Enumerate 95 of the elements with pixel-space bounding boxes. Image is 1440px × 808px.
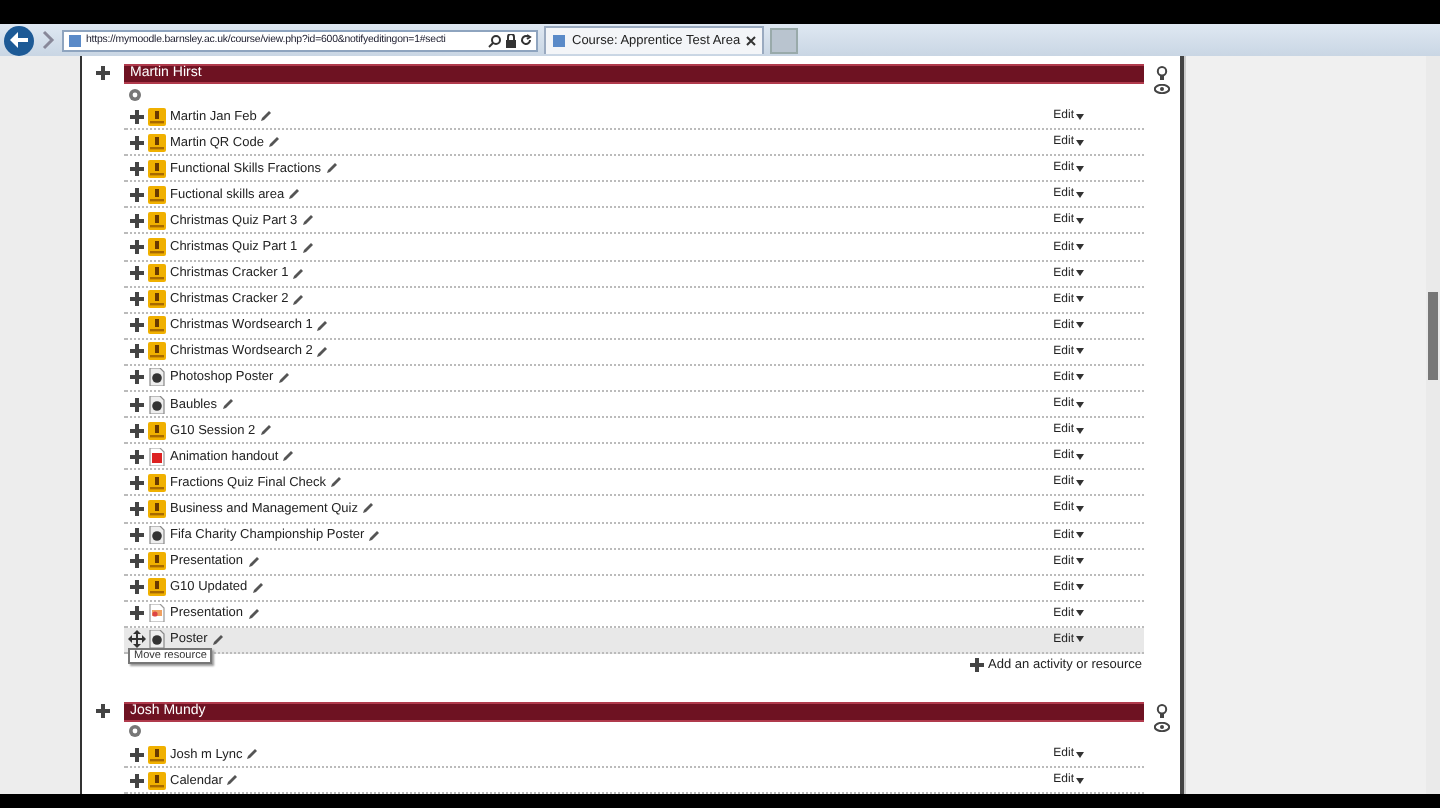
plus-icon[interactable] bbox=[129, 747, 143, 762]
caret-icon bbox=[1076, 374, 1084, 381]
caret-icon bbox=[1076, 558, 1084, 565]
plus-icon[interactable] bbox=[129, 370, 143, 385]
eye-icon[interactable] bbox=[1154, 84, 1170, 94]
quiz-icon bbox=[148, 499, 166, 518]
slides-file-icon bbox=[148, 604, 166, 623]
search-icon[interactable] bbox=[488, 33, 502, 47]
plus-icon[interactable] bbox=[129, 773, 143, 788]
quiz-icon bbox=[148, 185, 166, 204]
plus-icon[interactable] bbox=[129, 109, 143, 124]
caret-icon bbox=[1076, 401, 1084, 408]
caret-icon bbox=[1076, 348, 1084, 355]
caret-icon bbox=[1076, 751, 1084, 758]
caret-icon bbox=[1076, 113, 1084, 120]
caret-icon bbox=[1076, 322, 1084, 329]
caret-icon bbox=[1076, 777, 1084, 784]
move-section-icon[interactable] bbox=[96, 66, 110, 80]
quiz-icon bbox=[148, 290, 166, 309]
plus-icon[interactable] bbox=[129, 344, 143, 359]
pencil-icon[interactable] bbox=[211, 633, 224, 646]
plus-icon[interactable] bbox=[129, 318, 143, 333]
plus-icon[interactable] bbox=[129, 554, 143, 569]
plus-icon[interactable] bbox=[129, 292, 143, 307]
caret-icon bbox=[1076, 453, 1084, 460]
lightbulb-icon[interactable] bbox=[1156, 66, 1168, 80]
quiz-icon bbox=[148, 133, 166, 152]
image-file-icon bbox=[148, 630, 166, 649]
plus-icon[interactable] bbox=[129, 580, 143, 595]
settings-icon[interactable] bbox=[128, 724, 142, 739]
caret-icon bbox=[1076, 636, 1084, 643]
image-file-icon bbox=[148, 368, 166, 387]
plus-icon[interactable] bbox=[129, 475, 143, 490]
caret-icon bbox=[1076, 165, 1084, 172]
refresh-icon[interactable] bbox=[520, 34, 532, 46]
back-arrow-icon bbox=[10, 32, 28, 48]
scrollbar-thumb[interactable] bbox=[1428, 292, 1438, 380]
caret-icon bbox=[1076, 584, 1084, 591]
caret-icon bbox=[1076, 270, 1084, 277]
quiz-icon bbox=[148, 552, 166, 571]
quiz-icon bbox=[148, 473, 166, 492]
quiz-icon bbox=[148, 264, 166, 283]
move-icon[interactable] bbox=[127, 630, 145, 649]
image-file-icon bbox=[148, 526, 166, 545]
settings-icon[interactable] bbox=[128, 87, 142, 101]
quiz-icon bbox=[148, 316, 166, 335]
plus-icon[interactable] bbox=[129, 449, 143, 464]
caret-icon bbox=[1076, 244, 1084, 251]
pdf-file-icon bbox=[148, 447, 166, 466]
caret-icon bbox=[1076, 610, 1084, 617]
pencil-icon[interactable] bbox=[277, 371, 290, 384]
close-icon[interactable] bbox=[746, 36, 757, 46]
plus-icon[interactable] bbox=[129, 187, 143, 202]
caret-icon bbox=[1076, 217, 1084, 224]
forward-icon[interactable] bbox=[40, 28, 56, 52]
quiz-icon bbox=[148, 159, 166, 178]
plus-icon[interactable] bbox=[129, 161, 143, 176]
caret-icon bbox=[1076, 296, 1084, 303]
page-icon bbox=[552, 34, 566, 48]
plus-icon[interactable] bbox=[129, 397, 143, 412]
plus-icon[interactable] bbox=[129, 528, 143, 543]
pencil-icon[interactable] bbox=[368, 529, 381, 542]
pencil-icon[interactable] bbox=[361, 502, 374, 515]
plus-icon[interactable] bbox=[129, 240, 143, 255]
image-file-icon bbox=[148, 395, 166, 414]
quiz-icon bbox=[148, 211, 166, 230]
lightbulb-icon[interactable] bbox=[1156, 703, 1168, 718]
move-section-icon[interactable] bbox=[96, 703, 110, 718]
quiz-icon bbox=[148, 238, 166, 257]
caret-icon bbox=[1076, 191, 1084, 198]
caret-icon bbox=[1076, 427, 1084, 434]
lock-icon bbox=[506, 33, 516, 47]
pencil-icon[interactable] bbox=[325, 162, 337, 175]
eye-icon[interactable] bbox=[1154, 721, 1170, 732]
plus-icon[interactable] bbox=[129, 501, 143, 516]
caret-icon bbox=[1076, 479, 1084, 486]
pencil-icon[interactable] bbox=[330, 476, 343, 489]
caret-icon bbox=[1076, 505, 1084, 512]
pencil-icon[interactable] bbox=[221, 398, 233, 411]
quiz-icon bbox=[148, 578, 166, 597]
back-button[interactable] bbox=[4, 25, 34, 55]
quiz-icon bbox=[148, 771, 166, 790]
plus-icon[interactable] bbox=[129, 135, 143, 150]
quiz-icon bbox=[148, 107, 166, 126]
page-icon bbox=[68, 33, 82, 47]
caret-icon bbox=[1076, 532, 1084, 539]
plus-icon[interactable] bbox=[129, 213, 143, 228]
plus-icon[interactable] bbox=[129, 423, 143, 438]
plus-icon[interactable] bbox=[129, 606, 143, 621]
add-icon[interactable] bbox=[970, 658, 985, 673]
quiz-icon bbox=[148, 342, 166, 361]
quiz-icon bbox=[148, 745, 166, 764]
quiz-icon bbox=[148, 421, 166, 440]
plus-icon[interactable] bbox=[129, 266, 143, 281]
caret-icon bbox=[1076, 139, 1084, 146]
